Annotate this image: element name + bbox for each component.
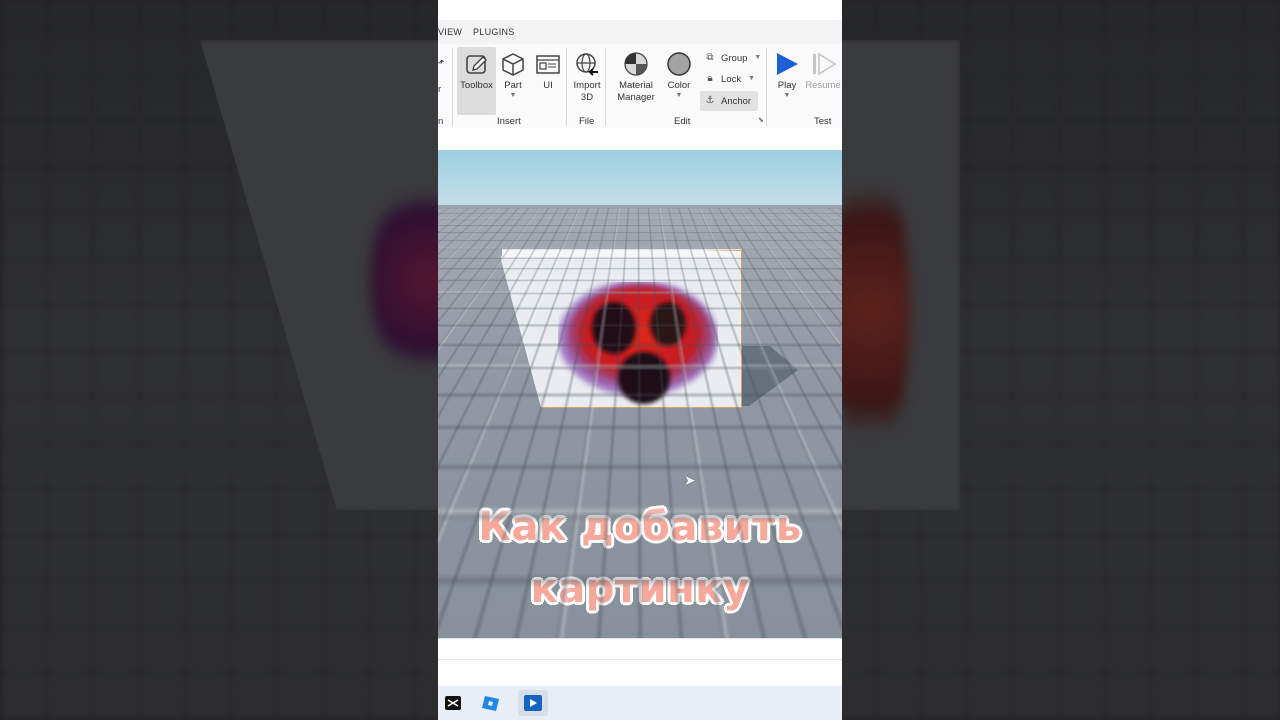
capcut-icon[interactable] (438, 690, 468, 716)
chevron-down-icon[interactable]: ▼ (784, 92, 791, 100)
ribbon-tabs: VIEW PLUGINS (438, 20, 842, 44)
video-player-icon[interactable] (518, 690, 548, 716)
color-label: Color (668, 80, 691, 92)
color-button[interactable]: Color ▼ (665, 51, 693, 100)
ui-frame-icon (535, 51, 561, 77)
cutoff-group-label: n (438, 116, 443, 127)
group-label: Group (721, 53, 747, 64)
separator (566, 48, 567, 126)
ui-label: UI (543, 80, 553, 92)
status-bar (438, 638, 842, 687)
color-swatch-icon (666, 51, 692, 77)
globe-import-icon (574, 51, 600, 77)
part-button[interactable]: Part ▼ (499, 51, 527, 100)
group-label-test: Test (814, 116, 831, 127)
taskbar (438, 686, 842, 720)
separator (605, 48, 606, 126)
anchor-button[interactable]: ⚓︎ Anchor (700, 91, 758, 111)
import-3d-label-line2: 3D (581, 92, 593, 104)
status-divider (438, 659, 842, 660)
toolbox-icon (464, 51, 490, 77)
resume-icon (810, 51, 836, 77)
ui-button[interactable]: UI (534, 51, 562, 92)
group-button[interactable]: ⧉ Group ▼ (704, 52, 761, 64)
group-label-insert: Insert (497, 116, 521, 127)
separator (452, 48, 453, 126)
material-sphere-icon (623, 51, 649, 77)
cutoff-label: r (438, 84, 441, 95)
lock-icon: 🔒︎ (704, 73, 716, 85)
tab-plugins[interactable]: PLUGINS (473, 27, 515, 37)
3d-viewport[interactable]: ➤ Как добавить картинку (438, 150, 842, 638)
cutoff-icon: ⬏ (438, 58, 444, 69)
resume-button[interactable]: Resume (805, 51, 841, 92)
material-manager-label-line1: Material (619, 80, 653, 92)
play-icon (774, 51, 800, 77)
material-manager-label-line2: Manager (617, 92, 655, 104)
cube-icon (500, 51, 526, 77)
anchor-label: Anchor (721, 96, 751, 107)
material-manager-button[interactable]: Material Manager (616, 51, 656, 104)
lock-label: Lock (721, 74, 741, 85)
toolbox-label: Toolbox (460, 80, 493, 92)
toolbar-gap (438, 128, 842, 150)
anchor-icon: ⚓︎ (704, 95, 716, 107)
chevron-down-icon[interactable]: ▼ (510, 92, 517, 100)
caption-line-1: Как добавить (438, 504, 842, 550)
tab-view[interactable]: VIEW (438, 27, 462, 37)
resume-label: Resume (805, 80, 840, 92)
separator (766, 48, 767, 126)
group-label-edit: Edit (674, 116, 690, 127)
mouse-cursor-icon: ➤ (684, 473, 696, 487)
chevron-down-icon[interactable]: ▼ (754, 54, 761, 62)
face-decal-image[interactable] (558, 282, 718, 408)
play-button[interactable]: Play ▼ (774, 51, 800, 100)
group-icon: ⧉ (704, 52, 716, 64)
group-label-file: File (579, 116, 594, 127)
part-label: Part (504, 80, 521, 92)
part-top-face (502, 249, 742, 257)
caption-line-2: картинку (438, 566, 842, 612)
lock-button[interactable]: 🔒︎ Lock ▼ (704, 73, 755, 85)
title-strip (438, 0, 842, 21)
sky (438, 150, 842, 208)
chevron-down-icon[interactable]: ▼ (676, 92, 683, 100)
roblox-studio-icon[interactable] (476, 690, 506, 716)
horizon (438, 205, 842, 209)
chevron-down-icon[interactable]: ▼ (748, 75, 755, 83)
import-3d-button[interactable]: Import 3D (570, 51, 604, 104)
studio-window: VIEW PLUGINS ⬏ r n Toolbox Part ▼ UI Ins… (438, 0, 842, 720)
play-label: Play (778, 80, 796, 92)
toolbox-button[interactable]: Toolbox (457, 47, 496, 115)
expand-group-icon[interactable]: ⬊ (758, 116, 764, 124)
import-3d-label-line1: Import (574, 80, 601, 92)
